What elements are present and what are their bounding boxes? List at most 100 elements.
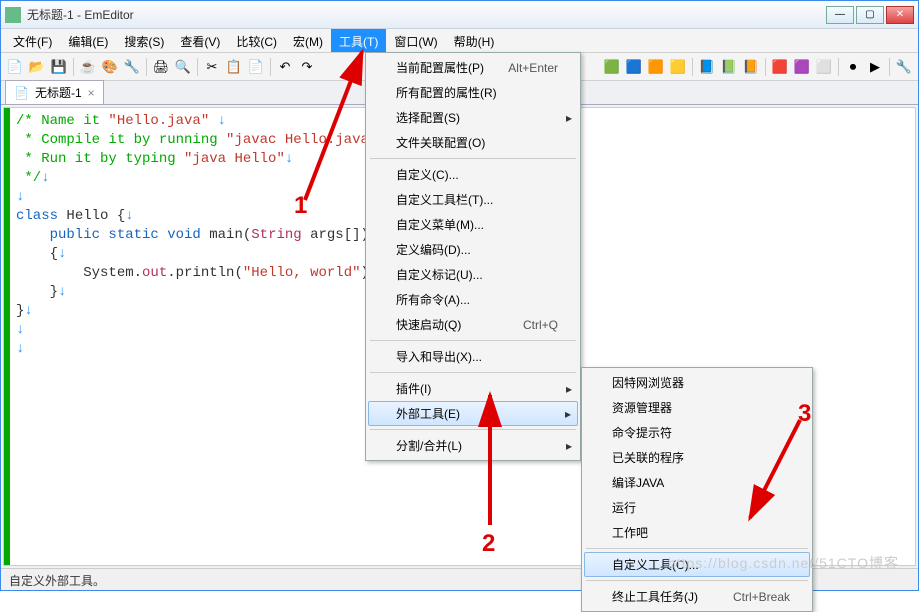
menu-搜索(S)[interactable]: 搜索(S) [116,29,172,52]
menu-bar: 文件(F)编辑(E)搜索(S)查看(V)比较(C)宏(M)工具(T)窗口(W)帮… [1,29,918,53]
plugin-icon[interactable]: 🟦 [624,57,644,77]
config-icon[interactable]: 🔧 [122,57,142,77]
menu-item-label: 自定义菜单(M)... [396,216,484,233]
menu-item-label: 定义编码(D)... [396,241,471,258]
play-icon[interactable]: ▶ [865,57,885,77]
menu-item[interactable]: 所有配置的属性(R) [368,80,578,105]
menu-item-label: 所有配置的属性(R) [396,84,497,101]
toolbar-separator [270,58,271,76]
toolbar-separator [197,58,198,76]
menu-查看(V)[interactable]: 查看(V) [172,29,228,52]
menu-item[interactable]: 因特网浏览器 [584,370,810,395]
menu-separator [586,548,808,549]
menu-item-label: 编译JAVA [612,474,664,491]
plugin-icon[interactable]: 🟩 [602,57,622,77]
menu-工具(T)[interactable]: 工具(T) [331,29,386,52]
plugin-icon[interactable]: 🟪 [792,57,812,77]
cut-icon[interactable]: ✂ [202,57,222,77]
menu-item[interactable]: 自定义工具栏(T)... [368,187,578,212]
menu-shortcut: Ctrl+Q [523,318,558,332]
menu-separator [370,340,576,341]
tool-icon[interactable]: 🔧 [894,57,914,77]
submenu-arrow-icon: ▸ [566,111,572,125]
menu-item[interactable]: 选择配置(S) ▸ [368,105,578,130]
menu-文件(F)[interactable]: 文件(F) [5,29,60,52]
menu-separator [586,580,808,581]
copy-icon[interactable]: 📋 [224,57,244,77]
plugin-icon[interactable]: 📘 [697,57,717,77]
document-tab[interactable]: 📄 无标题-1 × [5,80,104,104]
menu-宏(M)[interactable]: 宏(M) [285,29,331,52]
record-icon[interactable]: ⏺ [843,57,863,77]
menu-item-label: 自定义标记(U)... [396,266,483,283]
paste-icon[interactable]: 📄 [246,57,266,77]
window-title: 无标题-1 - EmEditor [27,6,826,23]
minimize-button[interactable]: — [826,6,854,24]
menu-item-label: 选择配置(S) [396,109,460,126]
menu-item[interactable]: 定义编码(D)... [368,237,578,262]
menu-item[interactable]: 资源管理器 [584,395,810,420]
menu-item[interactable]: 快速启动(Q)Ctrl+Q [368,312,578,337]
java-icon[interactable]: ☕ [78,57,98,77]
redo-icon[interactable]: ↷ [297,57,317,77]
menu-item[interactable]: 已关联的程序 [584,445,810,470]
plugin-icon[interactable]: 🟧 [646,57,666,77]
menu-item[interactable]: 自定义标记(U)... [368,262,578,287]
title-bar: 无标题-1 - EmEditor — ▢ ✕ [1,1,918,29]
watermark: https://blog.csdn.net/51CTO博客 [668,553,899,573]
tab-close-icon[interactable]: × [88,86,95,100]
menu-item[interactable]: 编译JAVA [584,470,810,495]
menu-item[interactable]: 自定义菜单(M)... [368,212,578,237]
menu-item[interactable]: 自定义(C)... [368,162,578,187]
plugin-icon[interactable]: 📙 [741,57,761,77]
plugin-icon[interactable]: 🟥 [770,57,790,77]
menu-item-label: 所有命令(A)... [396,291,470,308]
menu-比较(C)[interactable]: 比较(C) [228,29,285,52]
menu-帮助(H)[interactable]: 帮助(H) [446,29,503,52]
submenu-arrow-icon: ▸ [565,407,571,421]
save-icon[interactable]: 💾 [49,57,69,77]
menu-item-label: 自定义(C)... [396,166,459,183]
maximize-button[interactable]: ▢ [856,6,884,24]
menu-shortcut: Alt+Enter [508,61,558,75]
menu-item[interactable]: 插件(I)▸ [368,376,578,401]
tools-menu-dropdown: 当前配置属性(P) Alt+Enter 所有配置的属性(R) 选择配置(S) ▸ 文件关联… [365,52,581,461]
toolbar-separator [889,58,890,76]
menu-编辑(E)[interactable]: 编辑(E) [60,29,116,52]
external-tools-submenu: 因特网浏览器资源管理器命令提示符已关联的程序编译JAVA运行工作吧自定义工具(C… [581,367,813,612]
menu-item[interactable]: 外部工具(E)▸ [368,401,578,426]
print-icon[interactable]: 🖨 [151,57,171,77]
plugin-icon[interactable]: 📗 [719,57,739,77]
menu-item[interactable]: 所有命令(A)... [368,287,578,312]
menu-窗口(W)[interactable]: 窗口(W) [386,29,445,52]
menu-item[interactable]: 命令提示符 [584,420,810,445]
menu-item-label: 资源管理器 [612,399,672,416]
menu-item[interactable]: 导入和导出(X)... [368,344,578,369]
new-file-icon[interactable]: 📄 [5,57,25,77]
annotation-label-1: 1 [294,192,307,220]
toolbar-separator [692,58,693,76]
menu-item[interactable]: 工作吧 [584,520,810,545]
menu-item[interactable]: 文件关联配置(O) [368,130,578,155]
menu-item[interactable]: 当前配置属性(P) Alt+Enter [368,55,578,80]
palette-icon[interactable]: 🎨 [100,57,120,77]
close-button[interactable]: ✕ [886,6,914,24]
plugin-icon[interactable]: 🟨 [668,57,688,77]
preview-icon[interactable]: 🔍 [173,57,193,77]
menu-shortcut: Ctrl+Break [733,590,790,604]
toolbar-separator [765,58,766,76]
submenu-arrow-icon: ▸ [566,382,572,396]
menu-separator [370,158,576,159]
menu-item-label: 当前配置属性(P) [396,59,484,76]
tab-label: 无标题-1 [35,84,82,101]
menu-item-label: 命令提示符 [612,424,672,441]
menu-item[interactable]: 运行 [584,495,810,520]
toolbar-separator [146,58,147,76]
menu-item[interactable]: 分割/合并(L)▸ [368,433,578,458]
plugin-icon[interactable]: ⬜ [814,57,834,77]
undo-icon[interactable]: ↶ [275,57,295,77]
menu-item[interactable]: 终止工具任务(J)Ctrl+Break [584,584,810,609]
menu-item-label: 已关联的程序 [612,449,684,466]
open-file-icon[interactable]: 📂 [27,57,47,77]
menu-item-label: 导入和导出(X)... [396,348,482,365]
